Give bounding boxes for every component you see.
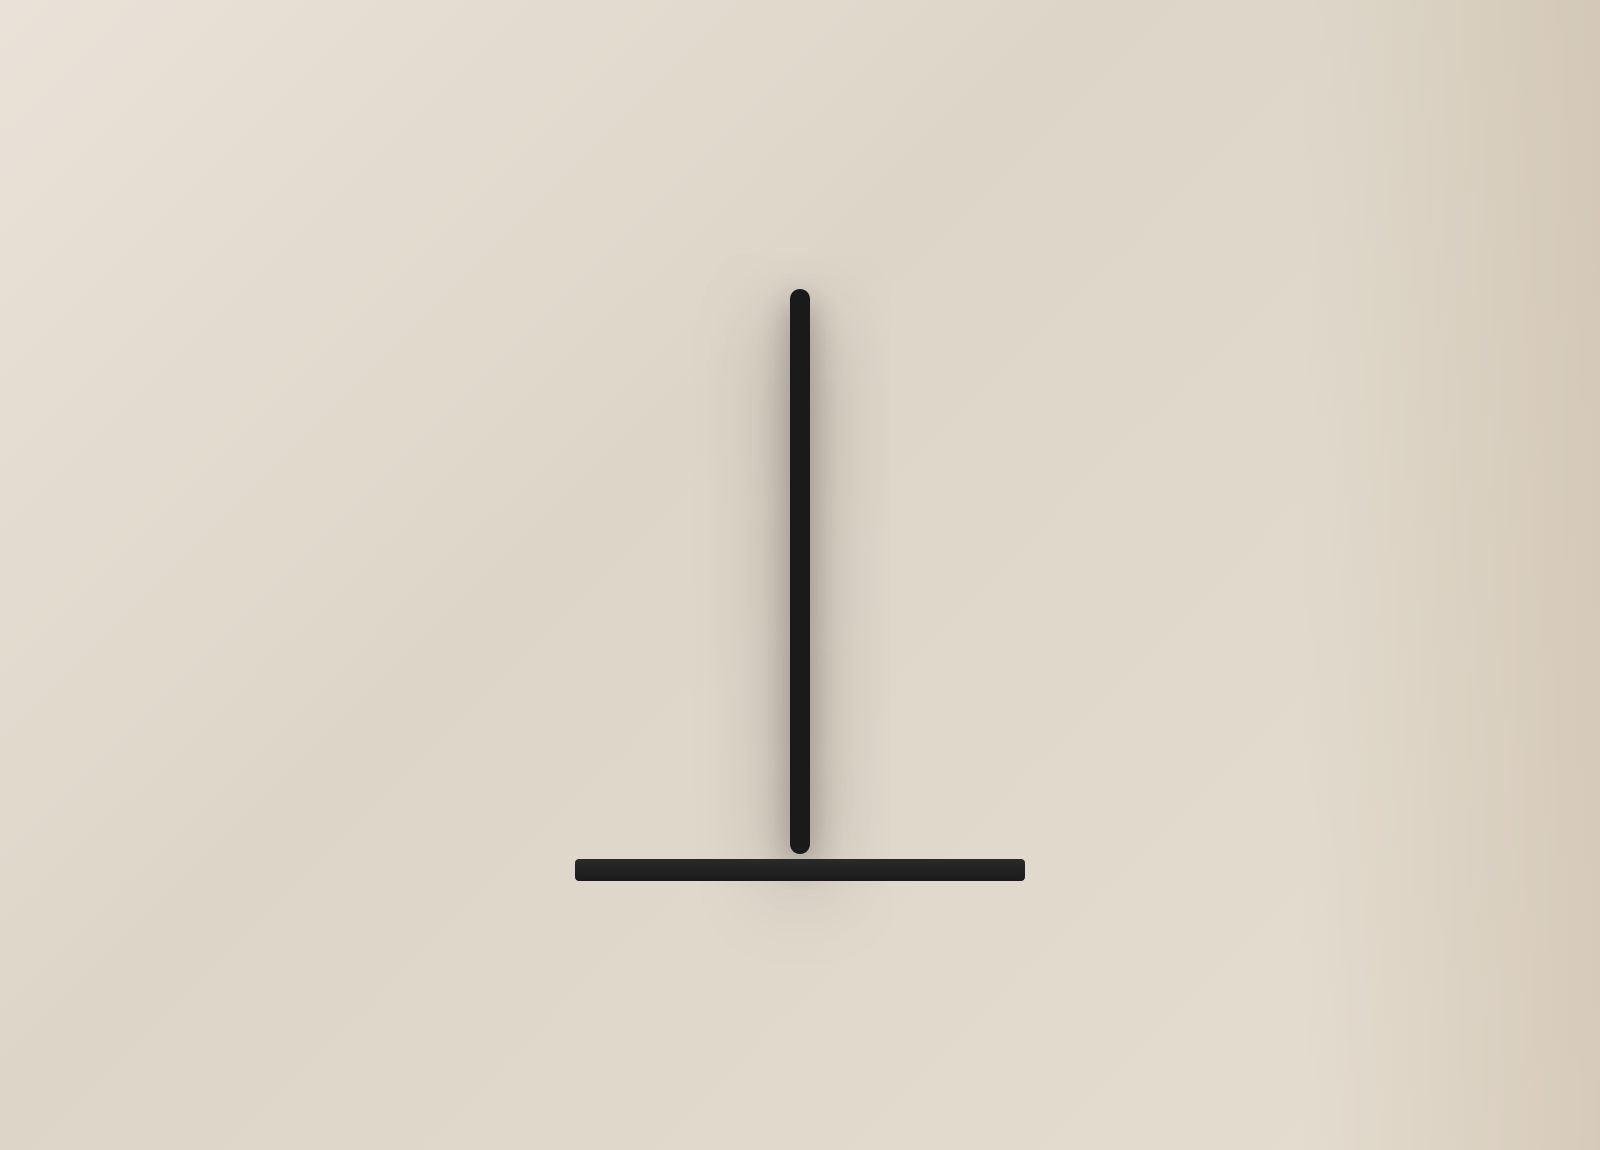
tv-frame: K ⋮ ✕ Home Hub powered by ThinQ	[790, 289, 810, 854]
soundbar-device	[575, 859, 1025, 881]
tv-stand: K ⋮ ✕ Home Hub powered by ThinQ	[390, 289, 1210, 881]
wall-shadow	[1300, 0, 1600, 1150]
tv-container: K ⋮ ✕ Home Hub powered by ThinQ	[390, 289, 1210, 881]
